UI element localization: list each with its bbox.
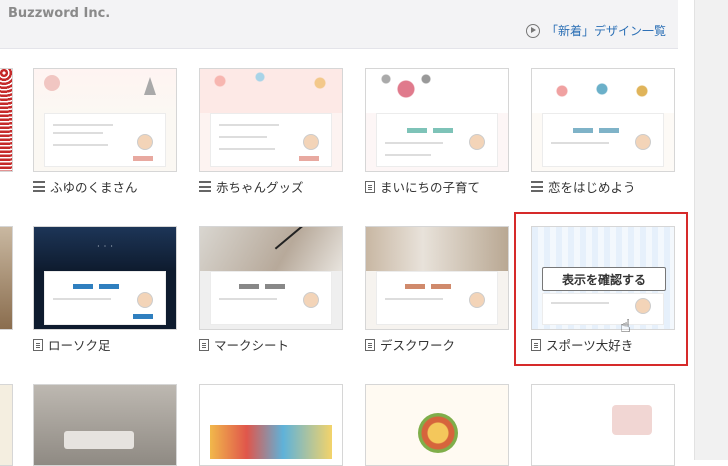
- design-thumbnail[interactable]: [33, 384, 177, 466]
- list-icon: [199, 181, 211, 192]
- city-illustration: [210, 425, 332, 459]
- design-thumbnail[interactable]: [531, 384, 675, 466]
- play-circle-icon: [525, 23, 540, 38]
- list-icon: [33, 181, 45, 192]
- design-label: マークシート: [214, 338, 290, 353]
- sofa-illustration: [64, 431, 134, 449]
- selection-highlight: [514, 212, 688, 366]
- design-thumbnail[interactable]: [365, 68, 509, 172]
- decoration-illustration: [612, 405, 652, 435]
- design-card[interactable]: 赤ちゃんグッズ: [199, 68, 345, 196]
- design-label: 赤ちゃんグッズ: [216, 180, 304, 195]
- pen-illustration: [274, 227, 312, 250]
- new-designs-link[interactable]: 「新着」デザイン一覧: [525, 22, 666, 39]
- design-thumbnail[interactable]: [199, 384, 343, 466]
- partial-thumbnail[interactable]: [0, 226, 13, 330]
- bear-illustration: [44, 75, 60, 91]
- design-label: ふゆのくまさん: [50, 180, 138, 195]
- design-thumbnail[interactable]: ・ ・ ・: [33, 226, 177, 330]
- design-card[interactable]: ふゆのくまさん: [33, 68, 179, 196]
- design-thumbnail[interactable]: [199, 68, 343, 172]
- tree-illustration: [144, 77, 156, 95]
- document-icon: [33, 338, 43, 351]
- header-panel: Buzzword Inc. 「新着」デザイン一覧: [0, 0, 678, 49]
- scrollbar[interactable]: [694, 0, 728, 460]
- design-thumbnail[interactable]: [365, 384, 509, 466]
- design-card[interactable]: マークシート: [199, 226, 345, 354]
- design-card[interactable]: デスクワーク: [365, 226, 511, 354]
- design-thumbnail[interactable]: [365, 226, 509, 330]
- design-label: ローソク足: [48, 338, 111, 353]
- partial-thumbnail[interactable]: [0, 384, 13, 466]
- design-card[interactable]: まいにちの子育て: [365, 68, 511, 196]
- partial-thumbnail[interactable]: [0, 68, 13, 172]
- design-card[interactable]: 恋をはじめよう: [531, 68, 677, 196]
- design-label: デスクワーク: [380, 338, 456, 353]
- new-designs-link-label: 「新着」デザイン一覧: [545, 24, 666, 38]
- design-label: 恋をはじめよう: [548, 180, 636, 195]
- design-thumbnail[interactable]: [33, 68, 177, 172]
- document-icon: [365, 180, 375, 193]
- design-label: まいにちの子育て: [380, 180, 481, 195]
- design-card[interactable]: [365, 384, 511, 466]
- hand-cursor-icon: ☝: [620, 316, 631, 337]
- design-card[interactable]: ・ ・ ・ ローソク足: [33, 226, 179, 354]
- design-card[interactable]: [531, 384, 677, 466]
- design-thumbnail[interactable]: [531, 68, 675, 172]
- food-illustration: [418, 413, 458, 453]
- document-icon: [199, 338, 209, 351]
- design-card[interactable]: [199, 384, 345, 466]
- brand-logo: Buzzword Inc.: [8, 6, 111, 21]
- design-thumbnail[interactable]: [199, 226, 343, 330]
- list-icon: [531, 181, 543, 192]
- document-icon: [365, 338, 375, 351]
- design-card[interactable]: [33, 384, 179, 466]
